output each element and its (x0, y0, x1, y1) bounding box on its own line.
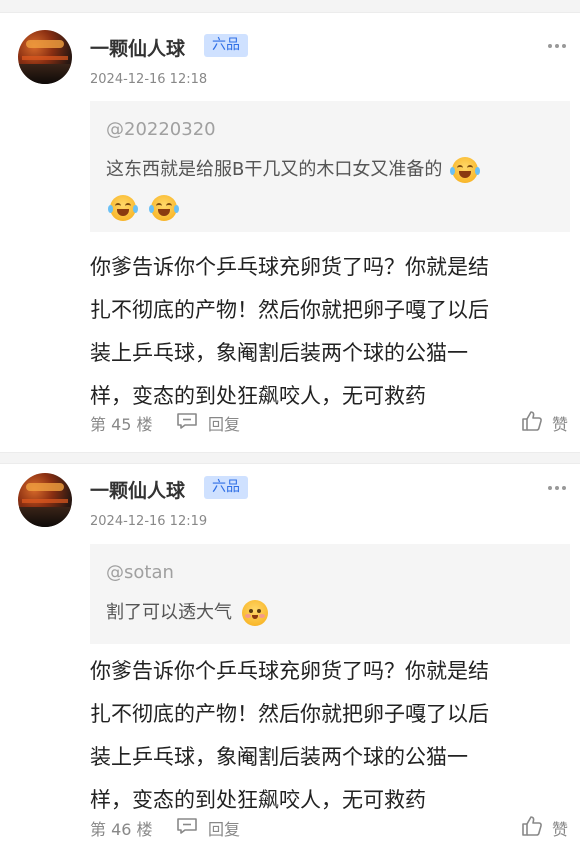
quoted-reply[interactable]: @sotan 割了可以透大气 (90, 544, 570, 644)
comment-line: 样，变态的到处狂飙咬人，无可救药 (90, 384, 426, 408)
floor-number: 第 45 楼 (90, 415, 153, 434)
timestamp: 2024-12-16 12:19 (90, 514, 208, 529)
comment-icon (177, 818, 197, 834)
laugh-cry-emoji-icon (450, 157, 481, 183)
reply-button[interactable]: 回复 (176, 411, 256, 434)
comment-icon (177, 413, 197, 429)
comment-line: 样，变态的到处狂飙咬人，无可救药 (90, 788, 426, 812)
more-options-icon[interactable] (548, 44, 568, 50)
quote-text-content: 割了可以透大气 (106, 602, 232, 623)
post-divider (0, 452, 580, 464)
thumbs-up-icon (522, 411, 542, 431)
level-badge: 六品 (204, 476, 248, 499)
top-divider (0, 0, 580, 13)
comment-line: 扎不彻底的产物！然后你就把卵子嘎了以后 (90, 702, 489, 726)
avatar[interactable] (18, 30, 72, 84)
quote-mention[interactable]: @20220320 (106, 119, 216, 140)
comment-line: 扎不彻底的产物！然后你就把卵子嘎了以后 (90, 298, 489, 322)
reply-label: 回复 (208, 415, 241, 434)
comment-line: 你爹告诉你个乒乓球充卵货了吗？你就是结 (90, 659, 489, 683)
like-label: 赞 (552, 415, 569, 434)
comment-line: 装上乒乓球，象阉割后装两个球的公猫一 (90, 341, 468, 365)
avatar[interactable] (18, 473, 72, 527)
reply-label: 回复 (208, 820, 241, 839)
blush-emoji-icon (241, 600, 268, 626)
timestamp: 2024-12-16 12:18 (90, 72, 208, 87)
comment-body: 你爹告诉你个乒乓球充卵货了吗？你就是结 扎不彻底的产物！然后你就把卵子嘎了以后 … (90, 656, 565, 828)
quote-emoji-row (108, 195, 180, 221)
quoted-reply[interactable]: @20220320 这东西就是给服B干几又的木口女又准备的 (90, 101, 570, 232)
quote-mention[interactable]: @sotan (106, 562, 174, 583)
comment-line: 装上乒乓球，象阉割后装两个球的公猫一 (90, 745, 468, 769)
quote-text: 这东西就是给服B干几又的木口女又准备的 (106, 155, 566, 183)
quote-text-content: 这东西就是给服B干几又的木口女又准备的 (106, 159, 443, 180)
thumbs-up-icon (522, 816, 542, 836)
username[interactable]: 一颗仙人球 (90, 476, 185, 503)
comment-body: 你爹告诉你个乒乓球充卵货了吗？你就是结 扎不彻底的产物！然后你就把卵子嘎了以后 … (90, 252, 565, 424)
comment-line: 你爹告诉你个乒乓球充卵货了吗？你就是结 (90, 255, 489, 279)
like-button[interactable]: 赞 (520, 409, 576, 434)
like-label: 赞 (552, 820, 569, 839)
laugh-cry-emoji-icon (149, 195, 180, 221)
quote-text: 割了可以透大气 (106, 598, 566, 626)
username[interactable]: 一颗仙人球 (90, 34, 185, 61)
floor-number: 第 46 楼 (90, 820, 153, 839)
level-badge: 六品 (204, 34, 248, 57)
reply-button[interactable]: 回复 (176, 816, 256, 839)
like-button[interactable]: 赞 (520, 814, 576, 839)
more-options-icon[interactable] (548, 486, 568, 492)
laugh-cry-emoji-icon (108, 195, 138, 221)
